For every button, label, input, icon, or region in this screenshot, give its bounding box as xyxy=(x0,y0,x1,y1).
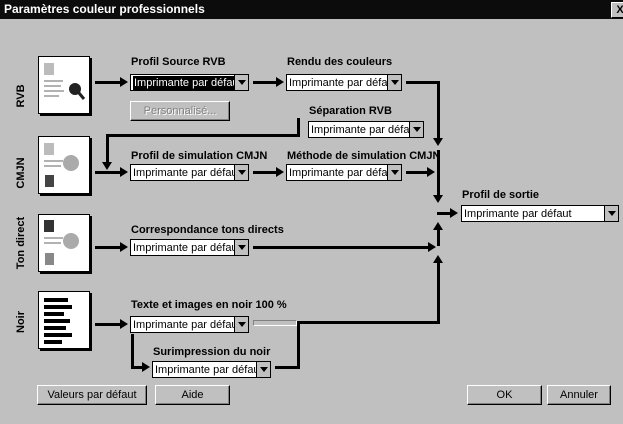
surimpression-value: Imprimante par défaut xyxy=(155,364,263,376)
chevron-down-icon[interactable] xyxy=(387,75,401,90)
arrow-up-icon xyxy=(433,222,443,230)
profil-source-select[interactable]: Imprimante par défaut xyxy=(130,74,249,91)
aide-button[interactable]: Aide xyxy=(155,385,230,405)
methode-value: Imprimante par défaut xyxy=(289,167,397,179)
window-title: Paramètres couleur professionnels xyxy=(4,2,205,16)
personnalise-button[interactable]: Personnalisé... xyxy=(130,101,230,121)
sortie-label: Profil de sortie xyxy=(462,189,540,201)
flow-line xyxy=(253,246,429,249)
arrow-right-icon xyxy=(276,167,284,177)
separation-label: Séparation RVB xyxy=(309,105,392,117)
title-bar: Paramètres couleur professionnels X xyxy=(0,0,623,19)
methode-select[interactable]: Imprimante par défaut xyxy=(286,164,402,181)
rendu-value: Imprimante par défaut xyxy=(289,77,397,89)
separation-value: Imprimante par défaut xyxy=(311,124,419,136)
arrow-right-icon xyxy=(120,319,128,329)
flow-line xyxy=(131,334,134,368)
flow-line xyxy=(437,150,440,196)
arrow-right-icon xyxy=(427,167,435,177)
chevron-down-icon[interactable] xyxy=(234,75,248,90)
noir-100-select[interactable]: Imprimante par défaut xyxy=(130,316,249,333)
arrow-right-icon xyxy=(120,77,128,87)
chevron-down-icon[interactable] xyxy=(409,122,423,137)
profil-source-label: Profil Source RVB xyxy=(131,56,226,68)
chevron-down-icon[interactable] xyxy=(234,240,248,255)
noir-preview-image xyxy=(38,291,90,349)
flow-line xyxy=(437,262,440,324)
flow-line xyxy=(95,323,121,326)
chevron-down-icon[interactable] xyxy=(387,165,401,180)
flow-line xyxy=(95,81,121,84)
valeurs-defaut-button[interactable]: Valeurs par défaut xyxy=(37,385,147,405)
arrow-right-icon xyxy=(428,242,436,252)
arrow-down-icon xyxy=(433,138,443,146)
simulation-label: Profil de simulation CMJN xyxy=(131,150,268,162)
flow-line xyxy=(253,171,277,174)
arrow-up-icon xyxy=(433,255,443,263)
flow-line xyxy=(437,81,440,139)
profil-source-value: Imprimante par défaut xyxy=(133,76,243,90)
chevron-down-icon[interactable] xyxy=(234,317,248,332)
flow-line xyxy=(406,81,440,84)
rendu-label: Rendu des couleurs xyxy=(287,56,393,68)
arrow-right-icon xyxy=(142,362,150,372)
chevron-down-icon[interactable] xyxy=(256,362,270,377)
simulation-select[interactable]: Imprimante par défaut xyxy=(130,164,249,181)
separation-select[interactable]: Imprimante par défaut xyxy=(308,121,424,138)
close-button[interactable]: X xyxy=(611,2,623,18)
flow-line xyxy=(297,321,300,369)
arrow-down-icon xyxy=(102,162,112,170)
row-label-rvb: RVB xyxy=(15,84,27,108)
flow-line xyxy=(95,246,121,249)
sortie-select[interactable]: Imprimante par défaut xyxy=(461,205,619,222)
tons-directs-label: Correspondance tons directs xyxy=(131,224,284,236)
rendu-select[interactable]: Imprimante par défaut xyxy=(286,74,402,91)
arrow-right-icon xyxy=(120,242,128,252)
flow-line xyxy=(406,171,428,174)
annuler-button[interactable]: Annuler xyxy=(547,385,611,405)
sortie-value: Imprimante par défaut xyxy=(464,208,572,220)
noir-100-label: Texte et images en noir 100 % xyxy=(131,299,287,311)
arrow-right-icon xyxy=(450,208,458,218)
flow-line xyxy=(437,230,440,246)
tons-directs-value: Imprimante par défaut xyxy=(133,242,241,254)
simulation-value: Imprimante par défaut xyxy=(133,167,241,179)
rvb-preview-image xyxy=(38,56,90,114)
surimpression-select[interactable]: Imprimante par défaut xyxy=(152,361,271,378)
chevron-down-icon[interactable] xyxy=(604,206,618,221)
flow-line xyxy=(253,81,277,84)
row-label-noir: Noir xyxy=(15,311,27,333)
dialog-window: Paramètres couleur professionnels X RVB … xyxy=(0,0,623,424)
flow-line xyxy=(106,134,109,164)
row-label-ton-direct: Ton direct xyxy=(15,216,27,270)
surimpression-label: Surimpression du noir xyxy=(153,346,271,358)
flow-line xyxy=(106,134,300,137)
cmjn-preview-image xyxy=(38,136,90,194)
ton-direct-preview-image xyxy=(38,214,90,272)
methode-label: Méthode de simulation CMJN xyxy=(287,150,441,162)
tons-directs-select[interactable]: Imprimante par défaut xyxy=(130,239,249,256)
flow-line xyxy=(437,212,451,215)
flow-line xyxy=(95,171,121,174)
flow-line xyxy=(297,321,440,324)
row-label-cmjn: CMJN xyxy=(15,157,27,189)
noir-100-value: Imprimante par défaut xyxy=(133,319,241,331)
chevron-down-icon[interactable] xyxy=(234,165,248,180)
ok-button[interactable]: OK xyxy=(467,385,542,405)
arrow-right-icon xyxy=(120,167,128,177)
arrow-right-icon xyxy=(276,77,284,87)
noir-slider[interactable] xyxy=(253,320,297,326)
arrow-down-icon xyxy=(433,195,443,203)
